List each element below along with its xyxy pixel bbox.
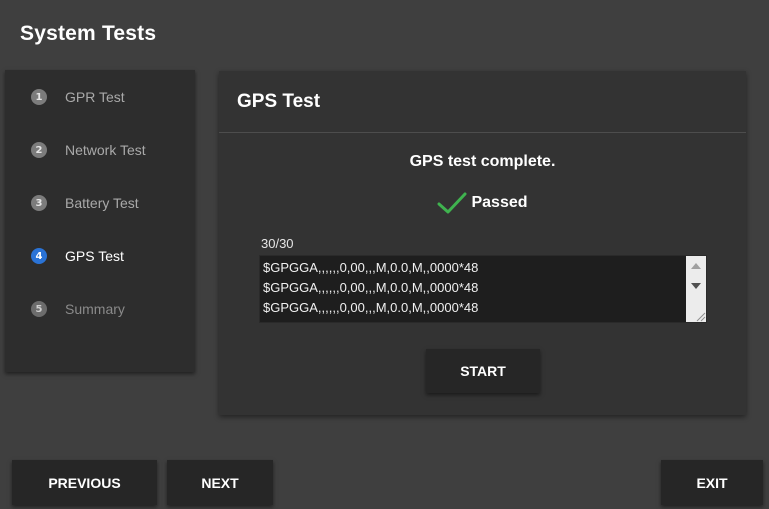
- sidebar-item-label: Summary: [65, 301, 125, 317]
- test-status-text: GPS test complete.: [409, 153, 556, 170]
- previous-button[interactable]: PREVIOUS: [12, 460, 157, 505]
- result-label: Passed: [471, 194, 528, 211]
- exit-button[interactable]: EXIT: [661, 460, 763, 505]
- step-number-badge: 2: [31, 142, 47, 158]
- log-line: $GPGGA,,,,,,0,00,,,M,0.0,M,,0000*48: [263, 260, 479, 275]
- step-number-badge: 5: [31, 301, 47, 317]
- step-number-badge: 4: [31, 248, 47, 264]
- gps-log-textarea[interactable]: $GPGGA,,,,,,0,00,,,M,0.0,M,,0000*48 $GPG…: [259, 255, 707, 323]
- scroll-up-button[interactable]: [686, 258, 706, 274]
- start-button[interactable]: START: [426, 349, 540, 393]
- sidebar-item-summary[interactable]: 5 Summary: [5, 289, 195, 329]
- sidebar-item-label: GPR Test: [65, 89, 125, 105]
- log-scrollbar[interactable]: [686, 256, 706, 322]
- log-line: $GPGGA,,,,,,0,00,,,M,0.0,M,,0000*48: [263, 300, 479, 315]
- test-result: Passed: [219, 191, 746, 215]
- sidebar-item-label: Network Test: [65, 142, 146, 158]
- panel-title: GPS Test: [237, 91, 321, 112]
- sample-counter: 30/30: [261, 236, 294, 251]
- sidebar-item-battery-test[interactable]: 3 Battery Test: [5, 183, 195, 223]
- step-number-badge: 1: [31, 89, 47, 105]
- steps-sidebar: 1 GPR Test 2 Network Test 3 Battery Test…: [5, 70, 195, 372]
- checkmark-icon: [437, 192, 467, 214]
- sidebar-item-network-test[interactable]: 2 Network Test: [5, 130, 195, 170]
- sidebar-item-label: GPS Test: [65, 248, 124, 264]
- log-lines: $GPGGA,,,,,,0,00,,,M,0.0,M,,0000*48 $GPG…: [263, 258, 684, 318]
- sidebar-item-label: Battery Test: [65, 195, 139, 211]
- gps-test-panel: GPS Test GPS test complete. Passed 30/30…: [219, 71, 746, 415]
- panel-divider: [219, 132, 746, 133]
- resize-grip-icon[interactable]: [690, 308, 706, 322]
- arrow-down-icon: [691, 283, 701, 289]
- next-button[interactable]: NEXT: [167, 460, 273, 505]
- step-number-badge: 3: [31, 195, 47, 211]
- scroll-down-button[interactable]: [686, 278, 706, 294]
- log-line: $GPGGA,,,,,,0,00,,,M,0.0,M,,0000*48: [263, 280, 479, 295]
- arrow-up-icon: [691, 263, 701, 269]
- sidebar-item-gps-test[interactable]: 4 GPS Test: [5, 236, 195, 276]
- app-title: System Tests: [20, 22, 157, 45]
- sidebar-item-gpr-test[interactable]: 1 GPR Test: [5, 77, 195, 117]
